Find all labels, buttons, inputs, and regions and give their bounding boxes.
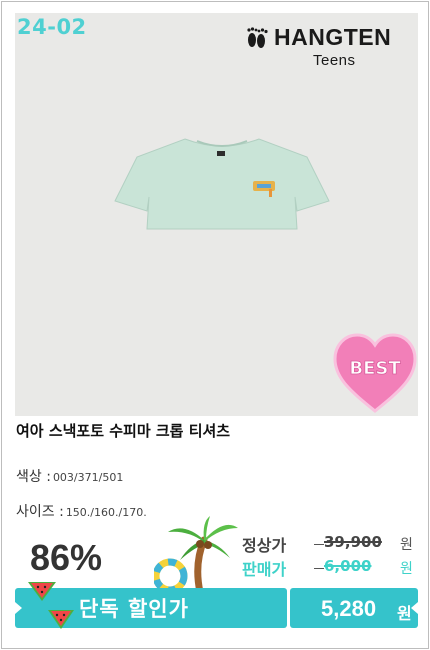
final-price: 5,280	[321, 596, 377, 621]
size-spec: 사이즈 :150./160./170.	[16, 501, 147, 521]
watermelon-icon	[48, 610, 74, 629]
final-price-currency: 원	[397, 604, 412, 623]
sale-price: 6,000	[324, 557, 372, 575]
discount-rate: 86%	[30, 537, 103, 578]
tshirt-image	[114, 138, 330, 230]
sale-price-row: 판매가 6,000 원	[242, 556, 422, 580]
normal-price-row: 정상가 39,900 원	[242, 532, 422, 556]
watermelon-icon	[28, 582, 56, 601]
price-divider	[314, 568, 324, 569]
product-card[interactable]: 24-02 HANGTEN Teens BEST 여아 스낵포토 수피마 크롭 …	[1, 1, 429, 649]
ticket-notch	[411, 602, 418, 614]
sale-price-label: 판매가	[242, 560, 287, 579]
normal-price: 39,900	[324, 533, 382, 551]
product-image[interactable]: 24-02 HANGTEN Teens BEST	[15, 13, 418, 416]
size-label: 사이즈 :	[16, 504, 64, 520]
color-value: 003/371/501	[52, 471, 124, 484]
season-code: 24-02	[17, 15, 87, 39]
brand-name: HANGTEN	[274, 24, 392, 50]
palm-tree-icon	[154, 516, 238, 594]
size-value: 150./160./170.	[65, 506, 147, 519]
footprint-icon	[247, 27, 268, 48]
exclusive-discount-label: 단독 할인가	[79, 597, 189, 621]
normal-price-label: 정상가	[242, 536, 287, 555]
brand-logo: HANGTEN Teens	[244, 23, 404, 73]
price-block: 정상가 39,900 원 판매가 6,000 원	[242, 532, 422, 584]
product-title[interactable]: 여아 스낵포토 수피마 크롭 티셔츠	[16, 420, 230, 441]
color-label: 색상 :	[16, 469, 51, 485]
price-divider	[314, 544, 324, 545]
brand-subline: Teens	[313, 52, 356, 69]
sale-price-currency: 원	[400, 561, 413, 577]
best-badge: BEST	[333, 333, 417, 413]
normal-price-currency: 원	[400, 537, 413, 553]
best-badge-label: BEST	[349, 358, 401, 379]
ticket-notch	[15, 602, 22, 614]
color-spec: 색상 :003/371/501	[16, 466, 123, 486]
